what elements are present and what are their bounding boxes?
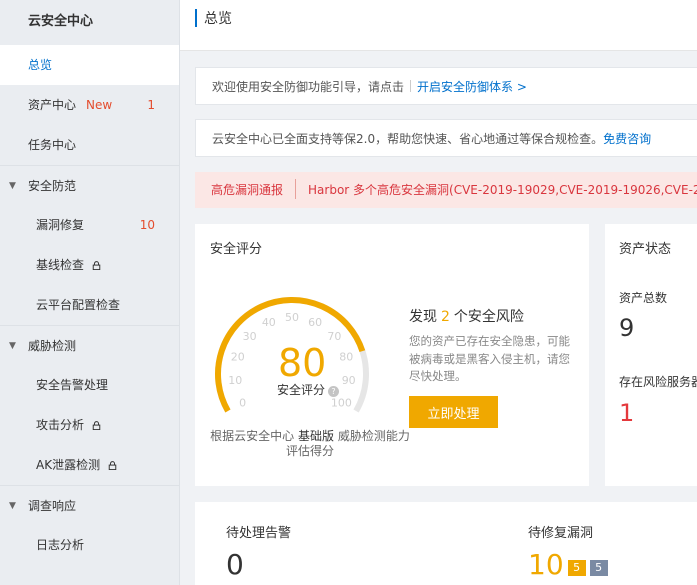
gauge-tick-label: 30 (243, 330, 257, 343)
free-consult-link[interactable]: 免费咨询 (603, 132, 651, 146)
compliance-notice: 云安全中心已全面支持等保2.0，帮助您快速、省心地通过等保合规检查。免费咨询 (195, 119, 697, 157)
sidebar-item-label: AK泄露检测 (36, 458, 101, 472)
risk-count: 2 (441, 309, 450, 325)
main-content: 总览 欢迎使用安全防御功能引导，请点击 开启安全防御体系 > 云安全中心已全面支持… (180, 0, 697, 585)
sidebar-group-label: 安全防范 (28, 179, 77, 193)
lock-icon (92, 261, 101, 270)
desc-suffix: 威胁检测能力 (337, 429, 410, 443)
gauge-tick-label: 0 (239, 397, 246, 410)
sidebar-item-log-analysis[interactable]: 日志分析 (0, 525, 179, 565)
security-score-card: 安全评分 0 10 20 30 40 50 60 70 80 90 100 80 安全评分? 根据云… (195, 224, 589, 486)
sidebar-item-label: 日志分析 (36, 538, 85, 552)
new-badge: New (86, 98, 113, 112)
sidebar-item-label: 总览 (28, 58, 53, 72)
page-title: 总览 (204, 11, 232, 27)
security-score-label: 安全评分? (277, 381, 340, 398)
sidebar-item-vuln-fix[interactable]: 漏洞修复 10 (0, 205, 179, 245)
vulns-high-badge: 5 (567, 560, 586, 576)
risk-servers-label: 存在风险服务器 (619, 375, 697, 389)
guide-notice: 欢迎使用安全防御功能引导，请点击 开启安全防御体系 > (195, 67, 697, 105)
lock-icon (92, 421, 101, 430)
gauge-tick-label: 90 (342, 374, 356, 387)
sidebar-item-label: 云平台配置检查 (36, 298, 121, 312)
desc-line2: 评估得分 (285, 444, 334, 458)
sidebar-item-label: 安全告警处理 (36, 378, 109, 392)
guide-notice-text: 欢迎使用安全防御功能引导，请点击 (212, 80, 405, 94)
alert-text[interactable]: Harbor 多个高危安全漏洞(CVE-2019-19029,CVE-2019-… (308, 183, 697, 197)
sidebar-group-label: 威胁检测 (28, 339, 77, 353)
sidebar-group-label: 调查响应 (28, 499, 77, 513)
risk-prefix: 发现 (409, 309, 437, 325)
gauge-tick-label: 40 (262, 316, 276, 329)
pending-vulns-value[interactable]: 10 5 5 (528, 548, 608, 581)
sidebar-item-cloud-config-check[interactable]: 云平台配置检查 (0, 285, 179, 325)
vulns-medium-badge: 5 (589, 560, 608, 576)
card-title: 资产状态 (619, 242, 672, 257)
card-title: 安全评分 (210, 242, 263, 257)
sidebar-group-threat-detection[interactable]: ▼ 威胁检测 (0, 325, 179, 365)
desc-edition: 基础版 (297, 429, 334, 443)
enable-defense-link[interactable]: 开启安全防御体系 > (417, 80, 527, 94)
sidebar-group-security-prevention[interactable]: ▼ 安全防范 (0, 165, 179, 205)
risk-suffix: 个安全风险 (453, 309, 524, 325)
sidebar: 云安全中心 总览 资产中心 New 1 任务中心 ▼ 安全防范 漏洞修复 10 基… (0, 0, 180, 585)
title-accent-bar (195, 9, 197, 27)
total-assets-label: 资产总数 (619, 291, 668, 305)
divider (410, 80, 412, 92)
caret-down-icon: ▼ (9, 341, 16, 351)
gauge-tick-label: 100 (331, 397, 352, 410)
sidebar-item-count: 10 (139, 218, 155, 232)
sidebar-item-overview[interactable]: 总览 (0, 45, 179, 85)
sidebar-item-label: 资产中心 (28, 98, 77, 112)
help-icon[interactable]: ? (328, 386, 340, 397)
caret-down-icon: ▼ (9, 501, 16, 511)
risk-servers-value[interactable]: 1 (619, 399, 634, 427)
sidebar-item-label: 任务中心 (28, 138, 77, 152)
gauge-tick-label: 80 (339, 350, 353, 363)
gauge-tick-label: 10 (228, 374, 242, 387)
sidebar-item-count: 1 (147, 98, 155, 112)
sidebar-item-label: 漏洞修复 (36, 218, 85, 232)
sidebar-group-investigation-response[interactable]: ▼ 调查响应 (0, 485, 179, 525)
handle-now-button[interactable]: 立即处理 (409, 396, 498, 428)
compliance-notice-text: 云安全中心已全面支持等保2.0，帮助您快速、省心地通过等保合规检查。 (212, 132, 604, 146)
pending-alerts-label: 待处理告警 (226, 526, 292, 541)
sidebar-item-label: 基线检查 (36, 258, 85, 272)
risk-description: 您的资产已存在安全隐患，可能被病毒或是黑客入侵主机，请您尽快处理。 (409, 334, 570, 383)
divider (295, 179, 297, 199)
sidebar-item-label: 攻击分析 (36, 418, 85, 432)
risk-summary: 发现 2 个安全风险 (409, 306, 524, 326)
sidebar-item-baseline-check[interactable]: 基线检查 (0, 245, 179, 285)
sidebar-title: 云安全中心 (28, 14, 94, 29)
gauge-tick-label: 70 (327, 330, 341, 343)
score-description: 根据云安全中心 基础版 威胁检测能力 评估得分 (195, 429, 425, 459)
vuln-alert-banner[interactable]: 高危漏洞通报 Harbor 多个高危安全漏洞(CVE-2019-19029,CVE… (195, 172, 697, 208)
gauge-tick-label: 60 (308, 316, 322, 329)
sidebar-item-task-center[interactable]: 任务中心 (0, 125, 179, 165)
pending-items-card: 待处理告警 0 待修复漏洞 10 5 5 (195, 502, 697, 585)
score-label-text: 安全评分 (277, 383, 326, 397)
security-score-value: 80 (278, 341, 327, 385)
lock-icon (108, 461, 117, 470)
gauge-tick-label: 50 (285, 311, 299, 324)
sidebar-item-asset-center[interactable]: 资产中心 New 1 (0, 85, 179, 125)
caret-down-icon: ▼ (9, 181, 16, 191)
desc-prefix: 根据云安全中心 (210, 429, 295, 443)
sidebar-item-alert-handling[interactable]: 安全告警处理 (0, 365, 179, 405)
sidebar-item-attack-analysis[interactable]: 攻击分析 (0, 405, 179, 445)
gauge-tick-label: 20 (231, 350, 245, 363)
alert-tag: 高危漏洞通报 (211, 183, 284, 197)
pending-alerts-value[interactable]: 0 (226, 548, 244, 581)
total-assets-value[interactable]: 9 (619, 314, 634, 342)
sidebar-item-ak-leak-detection[interactable]: AK泄露检测 (0, 445, 179, 485)
page-header: 总览 (180, 0, 697, 51)
pending-vulns-label: 待修复漏洞 (528, 526, 594, 541)
vulns-total: 10 (528, 548, 564, 581)
asset-status-card: 资产状态 资产总数 9 存在风险服务器 1 (605, 224, 697, 486)
